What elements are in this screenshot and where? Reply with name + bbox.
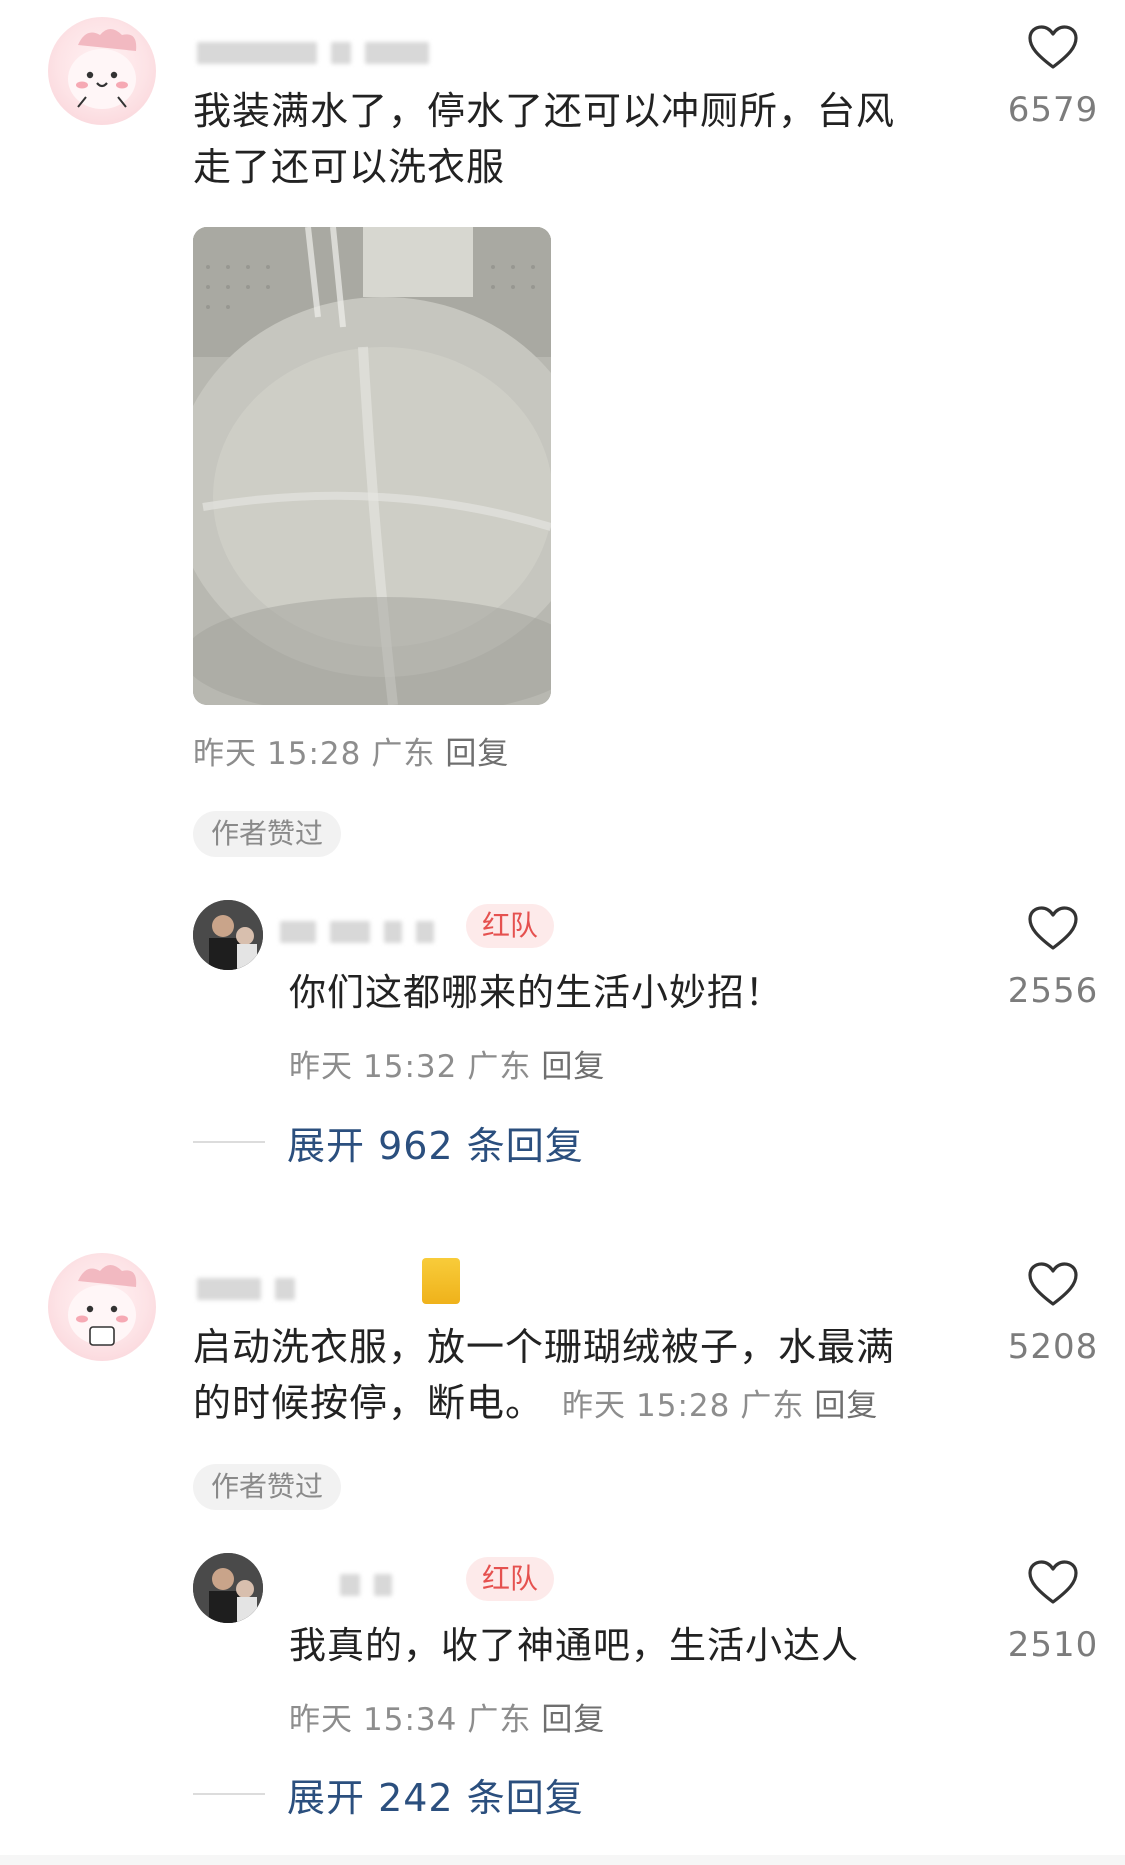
divider-line [193, 1141, 265, 1143]
reply-link[interactable]: 回复 [541, 1702, 605, 1738]
reply-text: 我真的，收了神通吧，生活小达人 [289, 1624, 859, 1667]
username-blurred[interactable] [197, 1272, 295, 1306]
username-blurred[interactable] [197, 36, 429, 70]
expand-replies-button[interactable]: 展开 242 条回复 [193, 1766, 584, 1822]
reply-like-button[interactable]: 2556 [983, 905, 1123, 1011]
team-badge: 红队 [466, 904, 555, 948]
reply-username-blurred[interactable] [340, 1568, 392, 1602]
heart-outline-icon [1028, 25, 1078, 69]
comment-list: 我装满水了，停水了还可以冲厕所，台风 走了还可以洗衣服 6579 昨天 15:2… [0, 0, 1125, 1865]
comment-meta: 昨天 15:28 广东 回复 [562, 1388, 879, 1424]
reply-like-button[interactable]: 2510 [983, 1559, 1123, 1665]
gold-level-badge [422, 1258, 460, 1304]
like-count: 6579 [1007, 90, 1099, 130]
reply-avatar[interactable] [193, 900, 263, 970]
reply-text: 你们这都哪来的生活小妙招！ [289, 971, 783, 1014]
cartoon-avatar-icon [68, 29, 137, 109]
reply-link[interactable]: 回复 [541, 1049, 605, 1085]
author-liked-tag: 作者赞过 [193, 1464, 342, 1510]
reply-meta: 昨天 15:32 广东 回复 [289, 1049, 606, 1085]
washing-machine-water-image [193, 227, 551, 705]
like-count: 2556 [1007, 971, 1099, 1011]
avatar[interactable] [48, 17, 156, 125]
like-button[interactable]: 5208 [983, 1261, 1123, 1367]
comment-text: 我装满水了，停水了还可以冲厕所，台风 走了还可以洗衣服 [193, 89, 896, 189]
comment-meta: 昨天 15:28 广东 回复 [193, 736, 510, 772]
author-liked-tag: 作者赞过 [193, 811, 342, 857]
team-badge: 红队 [466, 1557, 555, 1601]
reply-avatar[interactable] [193, 1553, 263, 1623]
person-photo-avatar-icon [193, 1553, 263, 1623]
divider-line [193, 1793, 265, 1795]
like-button[interactable]: 6579 [983, 24, 1123, 130]
person-photo-avatar-icon [193, 900, 263, 970]
like-count: 5208 [1007, 1327, 1099, 1367]
cartoon-avatar-icon [68, 1265, 137, 1346]
reply-username-blurred[interactable] [280, 915, 434, 949]
reply-link[interactable]: 回复 [445, 736, 509, 772]
expand-replies-button[interactable]: 展开 962 条回复 [193, 1114, 584, 1170]
heart-outline-icon [1028, 1560, 1078, 1604]
like-count: 2510 [1007, 1625, 1099, 1665]
reply-meta: 昨天 15:34 广东 回复 [289, 1702, 606, 1738]
comment-image[interactable] [193, 227, 551, 705]
reply-link[interactable]: 回复 [814, 1388, 878, 1424]
bottom-divider [0, 1855, 1125, 1865]
heart-outline-icon [1028, 906, 1078, 950]
comment-text: 启动洗衣服，放一个珊瑚绒被子，水最满 的时候按停，断电。 昨天 15:28 广东 回复 [193, 1325, 896, 1425]
expand-replies-label: 展开 242 条回复 [287, 1775, 584, 1820]
heart-outline-icon [1028, 1262, 1078, 1306]
expand-replies-label: 展开 962 条回复 [287, 1123, 584, 1168]
avatar[interactable] [48, 1253, 156, 1361]
